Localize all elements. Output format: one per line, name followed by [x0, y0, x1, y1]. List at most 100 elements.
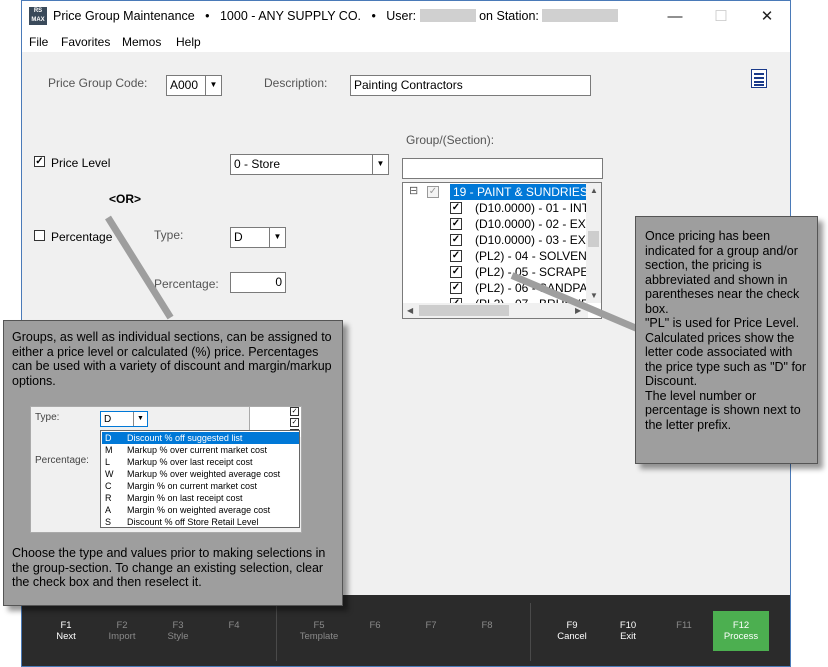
- inset-check-icon: ✓: [290, 418, 299, 427]
- title-bar[interactable]: RS MAX Price Group Maintenance • 1000 - …: [22, 1, 790, 32]
- percentage-checkbox[interactable]: [34, 230, 45, 241]
- f5-template-button[interactable]: F5 Template: [291, 620, 347, 642]
- chevron-down-icon: ▼: [133, 412, 147, 426]
- fkey-code: F7: [425, 620, 437, 631]
- f7-button[interactable]: F7: [403, 620, 459, 631]
- tree-root-checkbox[interactable]: ✓: [427, 186, 439, 198]
- fkey-label: Cancel: [557, 631, 587, 642]
- fkey-code: F10: [619, 620, 637, 631]
- f2-import-button[interactable]: F2 Import: [94, 620, 150, 642]
- scroll-thumb[interactable]: [588, 231, 599, 247]
- tree-item-checkbox[interactable]: ✓: [450, 218, 462, 230]
- tree-item-checkbox[interactable]: ✓: [450, 202, 462, 214]
- menu-favorites[interactable]: Favorites: [61, 35, 110, 49]
- price-level-combo[interactable]: 0 - Store ▼: [230, 154, 389, 175]
- fkey-label: Exit: [620, 631, 636, 642]
- inset-type-value: D: [104, 414, 112, 425]
- close-button[interactable]: ✕: [744, 1, 790, 32]
- window-title-company: 1000 - ANY SUPPLY CO.: [219, 9, 362, 23]
- tree-item-checkbox[interactable]: ✓: [450, 234, 462, 246]
- type-option: A Margin % on weighted average cost: [105, 505, 271, 515]
- f8-button[interactable]: F8: [459, 620, 515, 631]
- chevron-down-icon[interactable]: ▼: [205, 76, 221, 95]
- chevron-down-icon[interactable]: ▼: [372, 155, 388, 174]
- price-group-code-value: A000: [170, 78, 199, 92]
- fkey-label: Process: [723, 631, 759, 642]
- tree-vertical-scrollbar[interactable]: ▲ ▼: [586, 183, 601, 303]
- fkey-code: F5: [313, 620, 325, 631]
- f4-button[interactable]: F4: [206, 620, 262, 631]
- fkey-label: Style: [167, 631, 189, 642]
- window-title: Price Group Maintenance • 1000 - ANY SUP…: [53, 9, 619, 23]
- app-logo-icon: RS MAX: [29, 7, 47, 25]
- station-label: on Station:: [479, 9, 539, 23]
- redacted-station: [542, 9, 619, 22]
- callout-text: Once pricing has been indicated for a gr…: [645, 229, 800, 316]
- tree-item[interactable]: ✓ (D10.0000) - 02 - EXTERIOR: [403, 216, 587, 232]
- type-dropdown-illustration: Type: D ▼ Percentage: ✓ ✓ ✓ DDiscount % …: [30, 406, 302, 533]
- group-section-label: Group/(Section):: [406, 133, 495, 147]
- tree-root-row[interactable]: ⊟ ✓ 19 - PAINT & SUNDRIES: [403, 184, 587, 200]
- tree-horizontal-scrollbar[interactable]: ◀ ▶: [403, 303, 588, 318]
- f6-button[interactable]: F6: [347, 620, 403, 631]
- inset-percentage-label: Percentage:: [35, 455, 89, 466]
- menu-memos[interactable]: Memos: [122, 35, 161, 49]
- maximize-button[interactable]: ☐: [698, 1, 744, 32]
- tree-item-label: (D10.0000) - 03 - EXTERIOR: [475, 233, 587, 247]
- tree-root-label: 19 - PAINT & SUNDRIES: [450, 184, 587, 200]
- description-input[interactable]: Painting Contractors: [350, 75, 591, 96]
- tree-item-checkbox[interactable]: ✓: [450, 250, 462, 262]
- minimize-button[interactable]: —: [652, 1, 698, 32]
- tree-item[interactable]: ✓ (D10.0000) - 01 - INTERIOR: [403, 200, 587, 216]
- type-option: M Markup % over current market cost: [105, 445, 268, 455]
- tree-item-label: (PL2) - 04 - SOLVENTS: [475, 249, 587, 263]
- scroll-down-icon[interactable]: ▼: [590, 291, 598, 300]
- menu-file[interactable]: File: [29, 35, 48, 49]
- f1-next-button[interactable]: F1 Next: [38, 620, 94, 642]
- or-label: <OR>: [109, 192, 142, 206]
- percentage-field-label: Percentage:: [154, 277, 219, 291]
- title-bullet: •: [205, 9, 210, 23]
- f3-style-button[interactable]: F3 Style: [150, 620, 206, 642]
- tree-item-checkbox[interactable]: ✓: [450, 282, 462, 294]
- fkey-code: F6: [369, 620, 381, 631]
- type-combo[interactable]: D ▼: [230, 227, 286, 248]
- f9-cancel-button[interactable]: F9 Cancel: [544, 620, 600, 642]
- scroll-up-icon[interactable]: ▲: [590, 186, 598, 195]
- fkey-code: F2: [116, 620, 128, 631]
- percentage-value: 0: [275, 275, 282, 289]
- window-title-name: Price Group Maintenance: [53, 9, 195, 23]
- type-value: D: [234, 230, 243, 244]
- percentage-input[interactable]: 0: [230, 272, 286, 293]
- fkey-label: Import: [108, 631, 136, 642]
- price-group-code-combo[interactable]: A000 ▼: [166, 75, 222, 96]
- menu-bar: File Favorites Memos Help: [22, 32, 790, 52]
- f11-button[interactable]: F11: [656, 620, 712, 631]
- fkey-label: Next: [56, 631, 76, 642]
- price-level-label: Price Level: [51, 156, 111, 170]
- f10-exit-button[interactable]: F10 Exit: [600, 620, 656, 642]
- tree-item[interactable]: ✓ (PL2) - 05 - SCRAPERS: [403, 264, 587, 280]
- tree-item[interactable]: ✓ (PL2) - 04 - SOLVENTS: [403, 248, 587, 264]
- hamburger-menu-icon[interactable]: [751, 69, 767, 88]
- tree-item[interactable]: ✓ (D10.0000) - 03 - EXTERIOR: [403, 232, 587, 248]
- fkey-label: Template: [299, 631, 339, 642]
- type-options-list: D Discount % off suggested list M Markup %…: [100, 430, 300, 528]
- inset-type-label: Type:: [35, 412, 60, 423]
- price-level-checkbox[interactable]: ✓: [34, 156, 45, 167]
- menu-help[interactable]: Help: [176, 35, 201, 49]
- fkey-code: F12: [732, 620, 750, 631]
- scroll-thumb[interactable]: [419, 305, 509, 316]
- f12-process-button[interactable]: F12 Process: [713, 611, 769, 651]
- type-option: R Margin % on last receipt cost: [105, 493, 243, 503]
- scroll-left-icon[interactable]: ◀: [407, 306, 413, 315]
- tree-item-checkbox[interactable]: ✓: [450, 266, 462, 278]
- type-option: C Margin % on current market cost: [105, 481, 258, 491]
- callout-text: Choose the type and values prior to maki…: [12, 546, 326, 589]
- type-option: L Markup % over last receipt cost: [105, 457, 253, 467]
- percentage-label: Percentage: [51, 230, 113, 244]
- chevron-down-icon[interactable]: ▼: [269, 228, 285, 247]
- redacted-user: [419, 9, 476, 22]
- group-section-filter-input[interactable]: [402, 158, 603, 179]
- collapse-icon[interactable]: ⊟: [409, 184, 418, 197]
